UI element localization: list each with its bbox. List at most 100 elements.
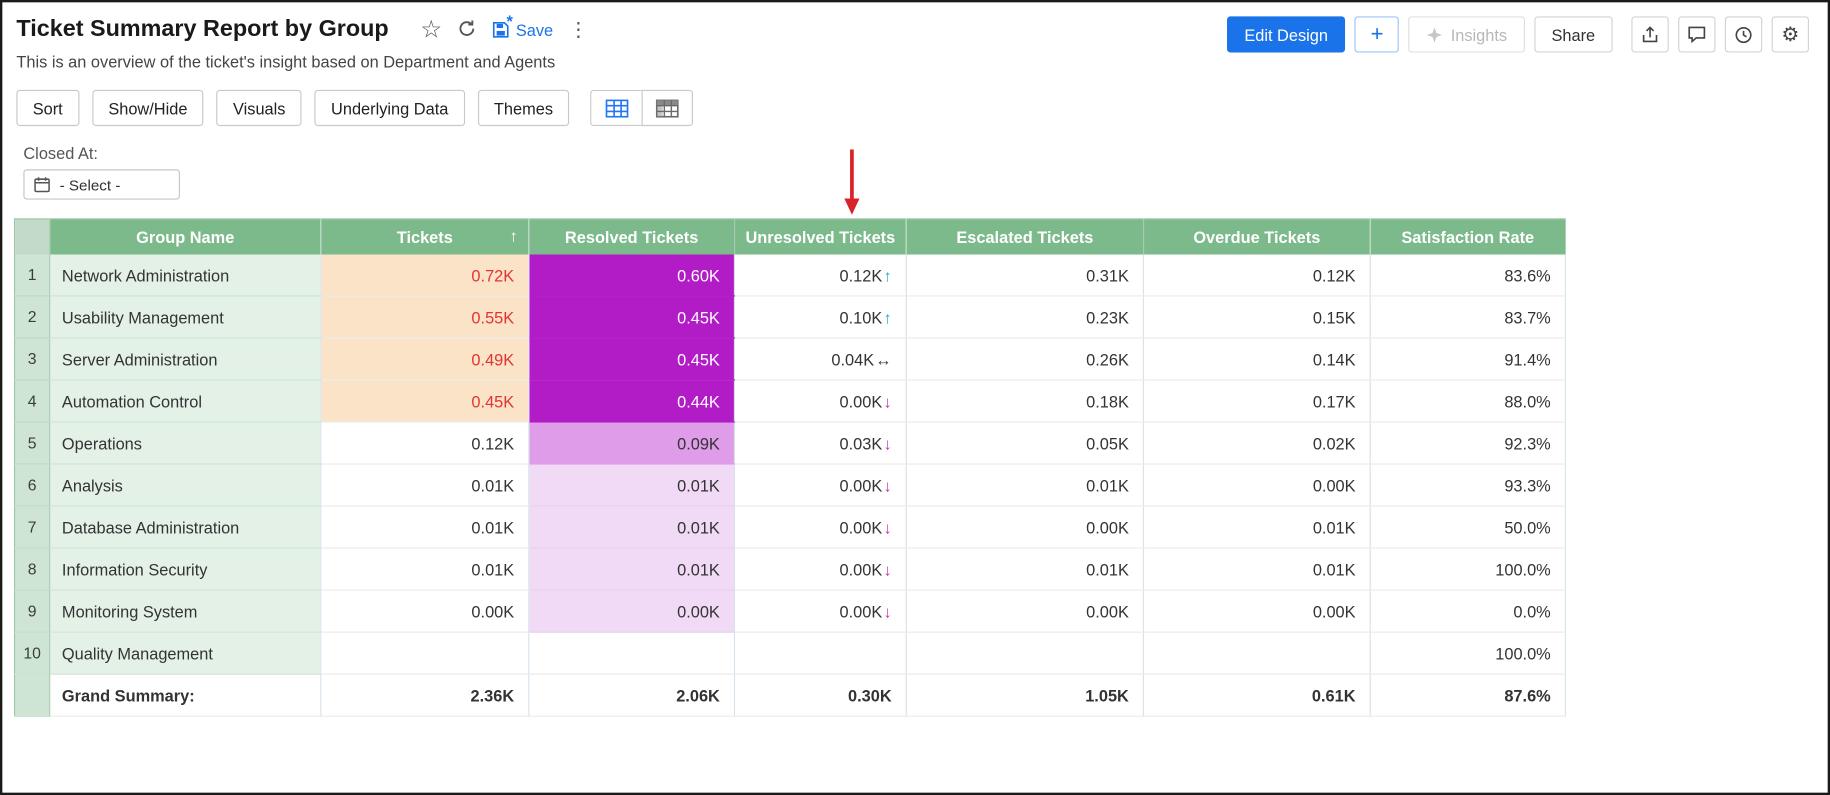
unresolved-tickets-cell[interactable]: 0.03K↓ [734, 422, 906, 464]
overdue-tickets-cell[interactable]: 0.02K [1143, 422, 1370, 464]
escalated-tickets-cell[interactable]: 0.18K [906, 380, 1143, 422]
group-name-cell[interactable]: Information Security [50, 548, 321, 590]
share-button[interactable]: Share [1534, 16, 1613, 52]
escalated-tickets-cell[interactable]: 0.23K [906, 296, 1143, 338]
overdue-tickets-cell[interactable]: 0.17K [1143, 380, 1370, 422]
group-name-cell[interactable]: Automation Control [50, 380, 321, 422]
comments-button[interactable] [1678, 16, 1715, 52]
resolved-tickets-cell[interactable]: 0.44K [529, 380, 735, 422]
tickets-cell[interactable]: 0.01K [321, 548, 529, 590]
column-header-satisfaction-rate[interactable]: Satisfaction Rate [1370, 219, 1565, 255]
history-alert-button[interactable] [1725, 16, 1762, 52]
resolved-tickets-cell[interactable]: 0.01K [529, 548, 735, 590]
unresolved-tickets-cell[interactable] [734, 632, 906, 674]
tickets-cell[interactable]: 0.01K [321, 464, 529, 506]
toolbar-button-show-hide[interactable]: Show/Hide [92, 90, 204, 126]
column-header-overdue-tickets[interactable]: Overdue Tickets [1143, 219, 1370, 255]
unresolved-tickets-cell[interactable]: 0.12K↑ [734, 254, 906, 295]
overdue-tickets-cell[interactable]: 0.01K [1143, 548, 1370, 590]
satisfaction-rate-cell[interactable]: 93.3% [1370, 464, 1565, 506]
overdue-tickets-cell[interactable]: 0.15K [1143, 296, 1370, 338]
toolbar-button-themes[interactable]: Themes [478, 90, 570, 126]
resolved-tickets-cell[interactable]: 0.01K [529, 464, 735, 506]
group-name-cell[interactable]: Monitoring System [50, 590, 321, 632]
group-name-cell[interactable]: Analysis [50, 464, 321, 506]
satisfaction-rate-cell[interactable]: 88.0% [1370, 380, 1565, 422]
insights-button[interactable]: Insights [1409, 16, 1525, 52]
resolved-tickets-cell[interactable]: 0.45K [529, 338, 735, 380]
satisfaction-rate-cell[interactable]: 83.6% [1370, 254, 1565, 295]
closed-at-select[interactable]: - Select - [23, 169, 180, 199]
escalated-tickets-cell[interactable]: 0.05K [906, 422, 1143, 464]
column-header-group-name[interactable]: Group Name [50, 219, 321, 255]
resolved-tickets-cell[interactable]: 0.01K [529, 506, 735, 548]
group-name-cell[interactable]: Usability Management [50, 296, 321, 338]
escalated-tickets-cell[interactable]: 0.01K [906, 548, 1143, 590]
add-button[interactable]: + [1355, 16, 1399, 52]
tickets-cell[interactable]: 0.72K [321, 254, 529, 295]
satisfaction-rate-cell[interactable]: 83.7% [1370, 296, 1565, 338]
satisfaction-rate-cell[interactable]: 0.0% [1370, 590, 1565, 632]
resolved-tickets-cell[interactable]: 0.09K [529, 422, 735, 464]
sort-asc-icon: ↑ [510, 226, 518, 245]
tickets-cell[interactable]: 0.49K [321, 338, 529, 380]
group-name-cell[interactable]: Network Administration [50, 254, 321, 295]
overdue-tickets-cell[interactable]: 0.00K [1143, 464, 1370, 506]
edit-design-button[interactable]: Edit Design [1227, 16, 1346, 52]
unresolved-tickets-cell[interactable]: 0.10K↑ [734, 296, 906, 338]
toolbar-button-sort[interactable]: Sort [16, 90, 79, 126]
tickets-cell[interactable] [321, 632, 529, 674]
escalated-tickets-cell[interactable] [906, 632, 1143, 674]
refresh-icon[interactable] [457, 18, 477, 41]
toolbar-button-underlying-data[interactable]: Underlying Data [315, 90, 465, 126]
overdue-tickets-cell[interactable]: 0.12K [1143, 254, 1370, 295]
toolbar-button-visuals[interactable]: Visuals [217, 90, 302, 126]
resolved-tickets-cell[interactable]: 0.00K [529, 590, 735, 632]
column-header-escalated-tickets[interactable]: Escalated Tickets [906, 219, 1143, 255]
favorite-star-icon[interactable]: ☆ [420, 18, 442, 43]
overdue-tickets-cell[interactable]: 0.00K [1143, 590, 1370, 632]
unresolved-tickets-cell[interactable]: 0.00K↓ [734, 590, 906, 632]
column-header-resolved-tickets[interactable]: Resolved Tickets [529, 219, 735, 255]
resolved-tickets-cell[interactable]: 0.60K [529, 254, 735, 295]
settings-button[interactable]: ⚙ [1772, 16, 1809, 52]
trend-up-icon: ↑ [883, 266, 891, 285]
save-button[interactable]: * Save [492, 20, 553, 39]
group-name-cell[interactable]: Database Administration [50, 506, 321, 548]
tickets-cell[interactable]: 0.12K [321, 422, 529, 464]
export-button[interactable] [1631, 16, 1668, 52]
escalated-tickets-cell[interactable]: 0.00K [906, 590, 1143, 632]
satisfaction-rate-cell[interactable]: 100.0% [1370, 632, 1565, 674]
group-name-cell[interactable]: Operations [50, 422, 321, 464]
tickets-cell[interactable]: 0.45K [321, 380, 529, 422]
satisfaction-rate-cell[interactable]: 100.0% [1370, 548, 1565, 590]
overdue-tickets-cell[interactable]: 0.14K [1143, 338, 1370, 380]
escalated-tickets-cell[interactable]: 0.00K [906, 506, 1143, 548]
satisfaction-rate-cell[interactable]: 91.4% [1370, 338, 1565, 380]
unresolved-tickets-cell[interactable]: 0.00K↓ [734, 464, 906, 506]
escalated-tickets-cell[interactable]: 0.26K [906, 338, 1143, 380]
more-options-icon[interactable]: ⋮ [568, 20, 588, 40]
column-header-tickets[interactable]: Tickets ↑ [321, 219, 529, 255]
escalated-tickets-cell[interactable]: 0.31K [906, 254, 1143, 295]
column-header-unresolved-tickets[interactable]: Unresolved Tickets [734, 219, 906, 255]
tickets-cell[interactable]: 0.01K [321, 506, 529, 548]
overdue-tickets-cell[interactable]: 0.01K [1143, 506, 1370, 548]
resolved-tickets-cell[interactable] [529, 632, 735, 674]
overdue-tickets-cell[interactable] [1143, 632, 1370, 674]
unresolved-tickets-cell[interactable]: 0.00K↓ [734, 380, 906, 422]
unresolved-tickets-cell[interactable]: 0.00K↓ [734, 506, 906, 548]
unresolved-tickets-cell[interactable]: 0.04K↔ [734, 338, 906, 380]
pivot-view-button[interactable] [642, 90, 693, 126]
tickets-cell[interactable]: 0.00K [321, 590, 529, 632]
resolved-tickets-cell[interactable]: 0.45K [529, 296, 735, 338]
satisfaction-rate-cell[interactable]: 50.0% [1370, 506, 1565, 548]
table-view-button[interactable] [590, 90, 641, 126]
trend-down-icon: ↓ [883, 518, 891, 537]
group-name-cell[interactable]: Quality Management [50, 632, 321, 674]
escalated-tickets-cell[interactable]: 0.01K [906, 464, 1143, 506]
tickets-cell[interactable]: 0.55K [321, 296, 529, 338]
unresolved-tickets-cell[interactable]: 0.00K↓ [734, 548, 906, 590]
group-name-cell[interactable]: Server Administration [50, 338, 321, 380]
satisfaction-rate-cell[interactable]: 92.3% [1370, 422, 1565, 464]
